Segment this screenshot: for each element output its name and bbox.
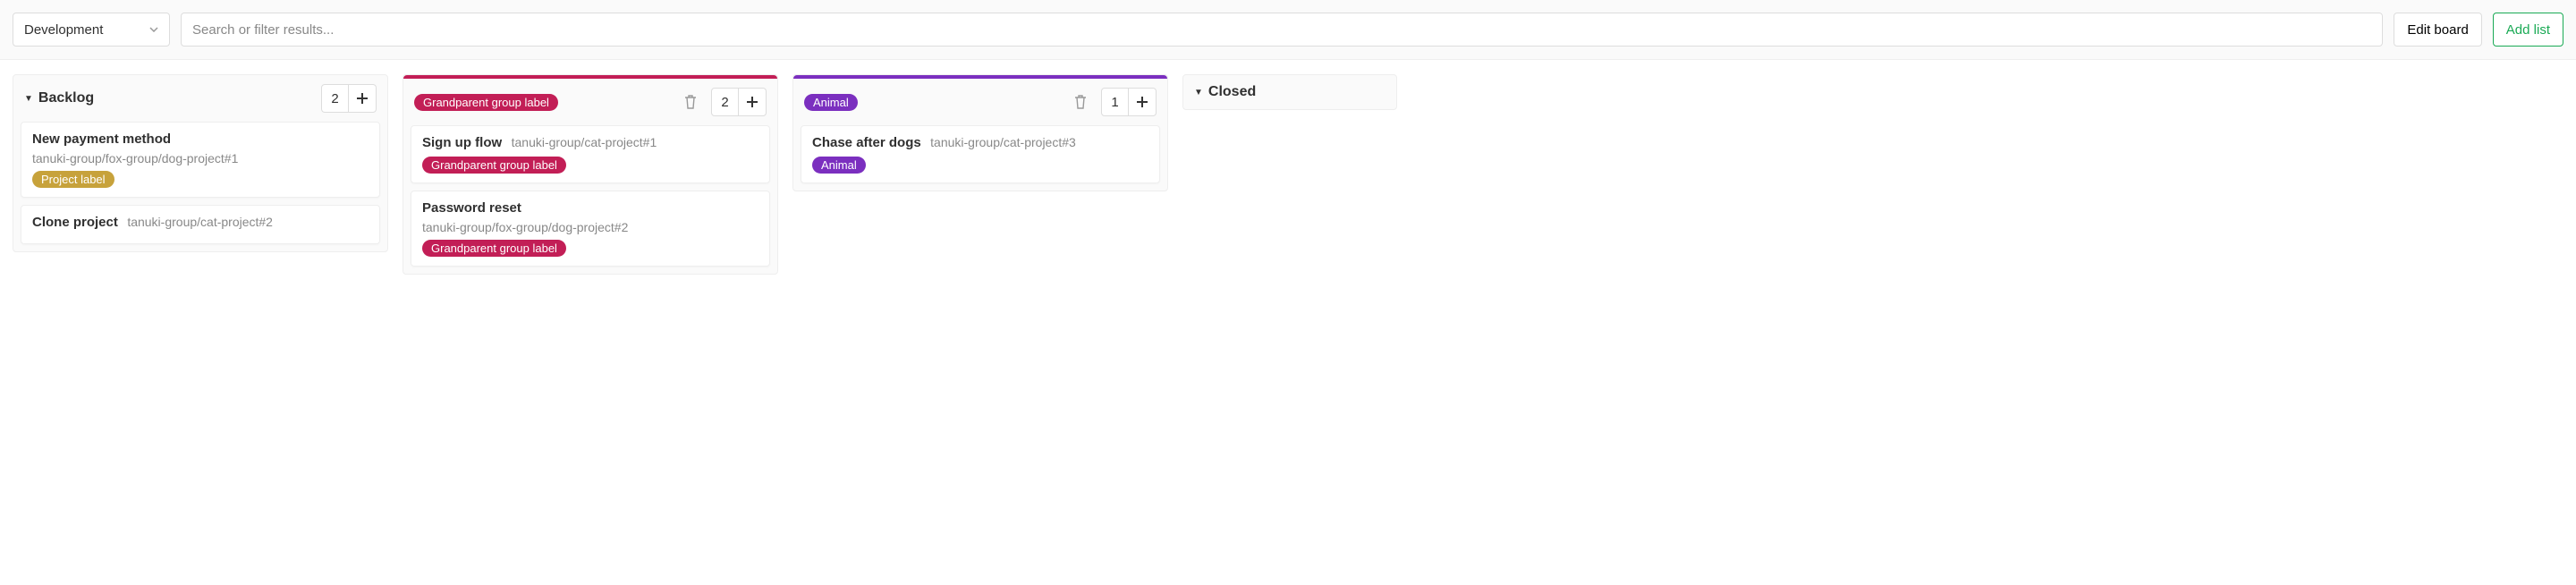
column-title-toggle[interactable]: ▼ Closed (1194, 84, 1256, 100)
column-animal: Animal 1 Chase after dogs tanuki-group/c… (792, 74, 1168, 191)
board-select[interactable]: Development (13, 13, 170, 47)
card-title: Sign up flow (422, 135, 502, 150)
column-label-pill[interactable]: Animal (804, 94, 858, 111)
caret-down-icon: ▼ (1194, 88, 1203, 98)
card-reference: tanuki-group/cat-project#2 (127, 215, 273, 229)
card-reference: tanuki-group/fox-group/dog-project#2 (422, 220, 758, 234)
issue-card[interactable]: New payment method tanuki-group/fox-grou… (21, 122, 380, 198)
column-count-box: 2 (711, 88, 767, 116)
issue-card[interactable]: Chase after dogs tanuki-group/cat-projec… (801, 125, 1160, 183)
card-reference: tanuki-group/cat-project#1 (512, 135, 657, 149)
add-card-button[interactable] (349, 85, 376, 112)
label-pill[interactable]: Project label (32, 171, 114, 188)
label-pill[interactable]: Grandparent group label (422, 240, 566, 257)
card-reference: tanuki-group/fox-group/dog-project#1 (32, 151, 369, 165)
column-grandparent: Grandparent group label 2 Sign up flow t… (402, 74, 778, 275)
issue-card[interactable]: Password reset tanuki-group/fox-group/do… (411, 191, 770, 267)
card-title: New payment method (32, 131, 171, 147)
card-title: Clone project (32, 215, 118, 230)
label-pill[interactable]: Grandparent group label (422, 157, 566, 174)
column-count-box: 1 (1101, 88, 1157, 116)
delete-column-button[interactable] (1067, 89, 1094, 115)
column-count: 2 (322, 85, 349, 112)
card-list: Chase after dogs tanuki-group/cat-projec… (793, 125, 1167, 191)
edit-board-button[interactable]: Edit board (2394, 13, 2481, 47)
column-header: Grandparent group label 2 (403, 79, 777, 125)
column-count: 2 (712, 89, 739, 115)
column-count-box: 2 (321, 84, 377, 113)
delete-column-button[interactable] (677, 89, 704, 115)
add-list-button[interactable]: Add list (2493, 13, 2563, 47)
issue-card[interactable]: Sign up flow tanuki-group/cat-project#1 … (411, 125, 770, 183)
add-card-button[interactable] (739, 89, 766, 115)
search-input[interactable] (181, 13, 2383, 47)
column-title: Backlog (38, 90, 94, 106)
caret-down-icon: ▼ (24, 94, 33, 104)
issue-card[interactable]: Clone project tanuki-group/cat-project#2 (21, 205, 380, 244)
column-header: ▼ Closed (1183, 75, 1396, 109)
column-title: Closed (1208, 84, 1256, 100)
card-list: New payment method tanuki-group/fox-grou… (13, 122, 387, 251)
chevron-down-icon (149, 27, 158, 32)
trash-icon (1074, 95, 1087, 109)
toolbar: Development Edit board Add list (0, 0, 2576, 60)
column-count: 1 (1102, 89, 1129, 115)
column-backlog: ▼ Backlog 2 New payment method tanuki-gr… (13, 74, 388, 252)
card-reference: tanuki-group/cat-project#3 (930, 135, 1076, 149)
board-select-value: Development (24, 22, 103, 38)
column-title-toggle[interactable]: ▼ Backlog (24, 90, 94, 106)
column-header: ▼ Backlog 2 (13, 75, 387, 122)
column-header: Animal 1 (793, 79, 1167, 125)
add-card-button[interactable] (1129, 89, 1156, 115)
column-label-pill[interactable]: Grandparent group label (414, 94, 558, 111)
column-closed: ▼ Closed (1182, 74, 1397, 110)
card-list: Sign up flow tanuki-group/cat-project#1 … (403, 125, 777, 274)
board-columns: ▼ Backlog 2 New payment method tanuki-gr… (0, 60, 2576, 289)
card-title: Password reset (422, 200, 521, 216)
trash-icon (684, 95, 697, 109)
label-pill[interactable]: Animal (812, 157, 866, 174)
card-title: Chase after dogs (812, 135, 921, 150)
